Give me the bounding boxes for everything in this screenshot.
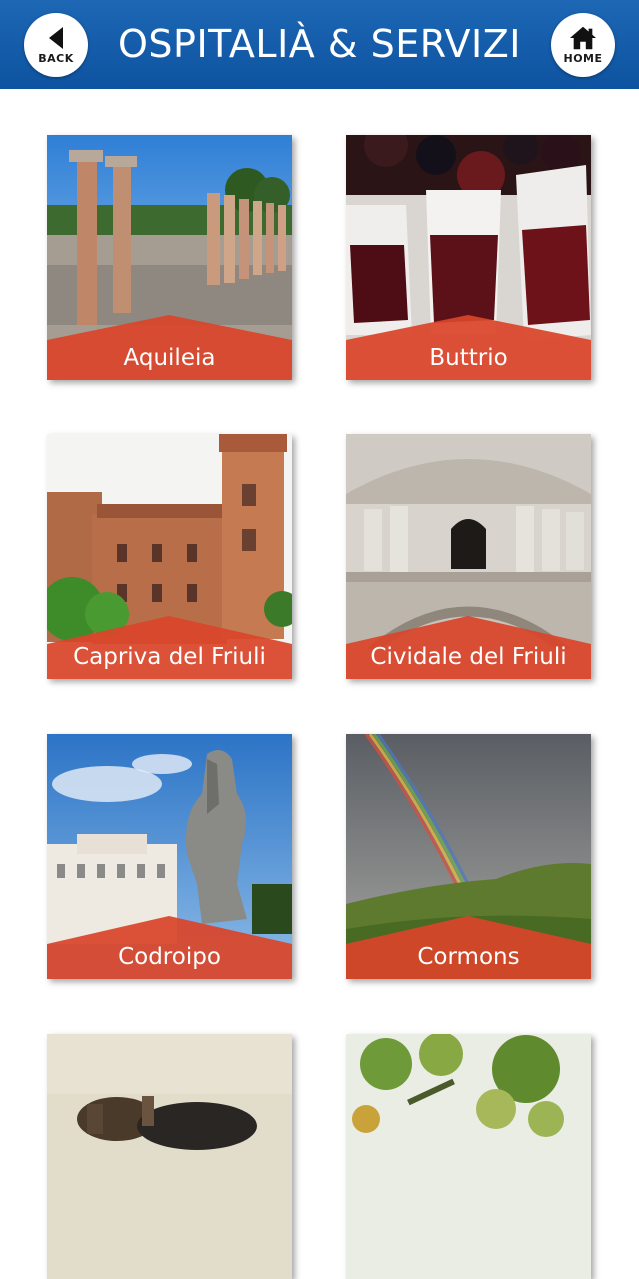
tile-label: Capriva del Friuli — [73, 644, 266, 670]
tile-label: Cividale del Friuli — [370, 644, 567, 670]
page-title: OSPITALIÀ & SERVIZI — [118, 22, 521, 66]
house-icon — [569, 25, 597, 51]
home-button-label: HOME — [563, 52, 603, 65]
back-arrow-icon — [42, 25, 70, 51]
back-button-label: BACK — [38, 52, 74, 65]
tile-capriva-del-friuli[interactable]: Capriva del Friuli — [47, 434, 292, 679]
header-bar: BACK OSPITALIÀ & SERVIZI HOME — [0, 0, 639, 89]
home-button[interactable]: HOME — [551, 13, 615, 77]
tile-aquileia[interactable]: Aquileia — [47, 135, 292, 380]
tile-cormons[interactable]: Cormons — [346, 734, 591, 979]
tile-7[interactable] — [47, 1034, 292, 1279]
tile-8[interactable] — [346, 1034, 591, 1279]
tile-buttrio[interactable]: Buttrio — [346, 135, 591, 380]
tile-codroipo[interactable]: Codroipo — [47, 734, 292, 979]
tile-label — [47, 1239, 292, 1279]
tile-label: Codroipo — [118, 944, 221, 970]
back-button[interactable]: BACK — [24, 13, 88, 77]
tile-label — [346, 1239, 591, 1279]
tile-cividale-del-friuli[interactable]: Cividale del Friuli — [346, 434, 591, 679]
tile-label: Aquileia — [123, 345, 216, 371]
tile-label: Cormons — [417, 944, 520, 970]
tile-label: Buttrio — [429, 345, 508, 371]
